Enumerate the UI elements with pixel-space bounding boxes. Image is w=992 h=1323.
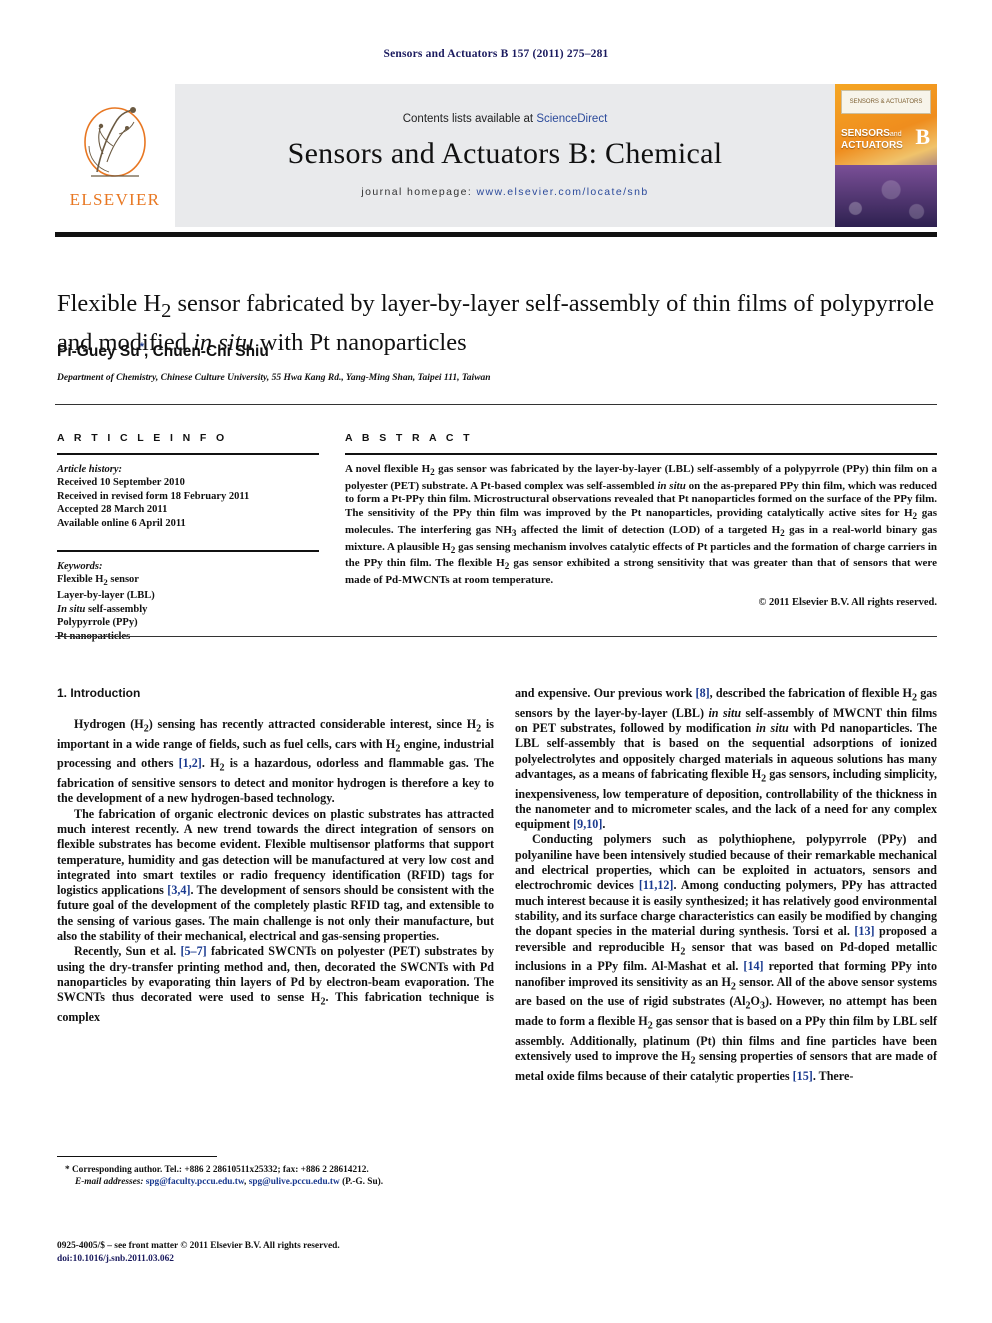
email-link-2[interactable]: spg@ulive.pccu.edu.tw [249, 1177, 340, 1187]
elsevier-logo: ELSEVIER [55, 84, 175, 227]
abstract-column: A B S T R A C T A novel flexible H2 gas … [345, 432, 937, 608]
cover-volume-letter: B [915, 124, 930, 149]
article-info-heading: A R T I C L E I N F O [57, 432, 228, 444]
title-segment-1: Flexible H [57, 290, 162, 318]
abstract-copyright: © 2011 Elsevier B.V. All rights reserved… [758, 596, 937, 608]
header-divider [55, 232, 937, 237]
article-history: Article history: Received 10 September 2… [57, 463, 319, 530]
citation-link[interactable]: [3,4] [167, 883, 190, 897]
body-column-left: 1. Introduction Hydrogen (H2) sensing ha… [57, 686, 494, 1025]
body-column-right: and expensive. Our previous work [8], de… [515, 686, 937, 1084]
cover-title: SENSORSand ACTUATORS [841, 128, 903, 151]
journal-header-center: Contents lists available at ScienceDirec… [175, 84, 835, 227]
journal-title: Sensors and Actuators B: Chemical [287, 137, 723, 170]
article-info-rule [57, 453, 319, 455]
citation-link[interactable]: [9,10] [573, 817, 602, 831]
contents-line: Contents lists available at ScienceDirec… [403, 113, 608, 125]
cover-title-and: and [889, 131, 902, 138]
affiliation: Department of Chemistry, Chinese Culture… [57, 373, 491, 383]
issn-line: 0925-4005/$ – see front matter © 2011 El… [57, 1241, 340, 1251]
footnote-divider [57, 1156, 217, 1157]
abstract-heading: A B S T R A C T [345, 432, 473, 444]
email-link-1[interactable]: spg@faculty.pccu.edu.tw [146, 1177, 244, 1187]
paragraph: Hydrogen (H2) sensing has recently attra… [57, 717, 494, 806]
contents-prefix: Contents lists available at [402, 113, 537, 125]
abstract-rule [345, 453, 937, 455]
info-divider-top [55, 404, 937, 405]
history-item: Accepted 28 March 2011 [57, 504, 168, 516]
abstract-text: A novel flexible H2 gas sensor was fabri… [345, 463, 938, 587]
section-heading-introduction: 1. Introduction [57, 686, 141, 700]
corresponding-author-note: * Corresponding author. Tel.: +886 2 286… [65, 1165, 369, 1175]
article-page: Sensors and Actuators B 157 (2011) 275–2… [0, 0, 992, 1323]
article-info-column: A R T I C L E I N F O Article history: R… [57, 432, 319, 643]
homepage-label: journal homepage: [361, 186, 473, 198]
citation-link[interactable]: [13] [854, 924, 874, 938]
footnote-block: * Corresponding author. Tel.: +886 2 286… [57, 1164, 494, 1189]
citation-link[interactable]: [14] [743, 959, 763, 973]
journal-cover-thumbnail: SENSORS & ACTUATORS SENSORSand ACTUATORS… [835, 84, 937, 227]
email-note: E-mail addresses: spg@faculty.pccu.edu.t… [75, 1177, 384, 1188]
citation-link[interactable]: [1,2] [179, 756, 202, 770]
sciencedirect-link[interactable]: ScienceDirect [536, 113, 607, 125]
elsevier-tree-icon [84, 106, 146, 177]
paragraph: Recently, Sun et al. [5–7] fabricated SW… [57, 944, 494, 1024]
keyword-item: In situ self-assembly [57, 603, 148, 615]
paragraph: The fabrication of organic electronic de… [57, 806, 494, 944]
email-label: E-mail addresses: [75, 1177, 144, 1188]
keyword-item: Flexible H2 sensor [57, 573, 139, 588]
cover-title-line2: ACTUATORS [841, 140, 903, 151]
author-list: Pi-Guey Su*, Chuen-Chi Shiu [57, 341, 937, 361]
journal-homepage-line: journal homepage: www.elsevier.com/locat… [361, 186, 648, 198]
article-history-label: Article history: [57, 464, 123, 475]
keywords-block: Keywords: Flexible H2 sensor Layer-by-la… [57, 560, 319, 644]
keyword-item: Polypyrrole (PPy) [57, 617, 138, 629]
cover-badge-text: SENSORS & ACTUATORS [849, 99, 923, 105]
homepage-url[interactable]: www.elsevier.com/locate/snb [477, 186, 649, 198]
citation-link[interactable]: [15] [793, 1069, 813, 1083]
cover-artwork [835, 165, 937, 227]
cover-top-strip: SENSORS & ACTUATORS [841, 90, 931, 114]
paragraph: and expensive. Our previous work [8], de… [515, 686, 938, 832]
history-item: Available online 6 April 2011 [57, 517, 186, 529]
author-primary: Pi-Guey Su [57, 343, 140, 361]
email-suffix: (P.-G. Su). [342, 1177, 384, 1188]
cover-title-line1: SENSORS [841, 128, 890, 139]
author-secondary: , Chuen-Chi Shiu [143, 343, 269, 361]
keywords-label: Keywords: [57, 560, 103, 572]
journal-header-band: ELSEVIER Contents lists available at Sci… [55, 84, 937, 227]
history-item: Received in revised form 18 February 201… [57, 490, 250, 502]
history-item: Received 10 September 2010 [57, 477, 185, 489]
info-divider-bottom [55, 636, 937, 637]
elsevier-wordmark: ELSEVIER [69, 189, 161, 209]
paragraph: Conducting polymers such as polythiophen… [515, 832, 938, 1083]
citation-link[interactable]: [5–7] [180, 944, 206, 958]
keywords-rule [57, 550, 319, 552]
running-head: Sensors and Actuators B 157 (2011) 275–2… [383, 48, 609, 60]
citation-link[interactable]: [11,12] [639, 878, 674, 892]
doi-line[interactable]: doi:10.1016/j.snb.2011.03.062 [57, 1253, 557, 1266]
keyword-item: Layer-by-layer (LBL) [57, 590, 155, 602]
title-subscript: 2 [161, 300, 172, 323]
citation-link[interactable]: [8] [696, 686, 710, 700]
footer-block: 0925-4005/$ – see front matter © 2011 El… [57, 1240, 557, 1265]
